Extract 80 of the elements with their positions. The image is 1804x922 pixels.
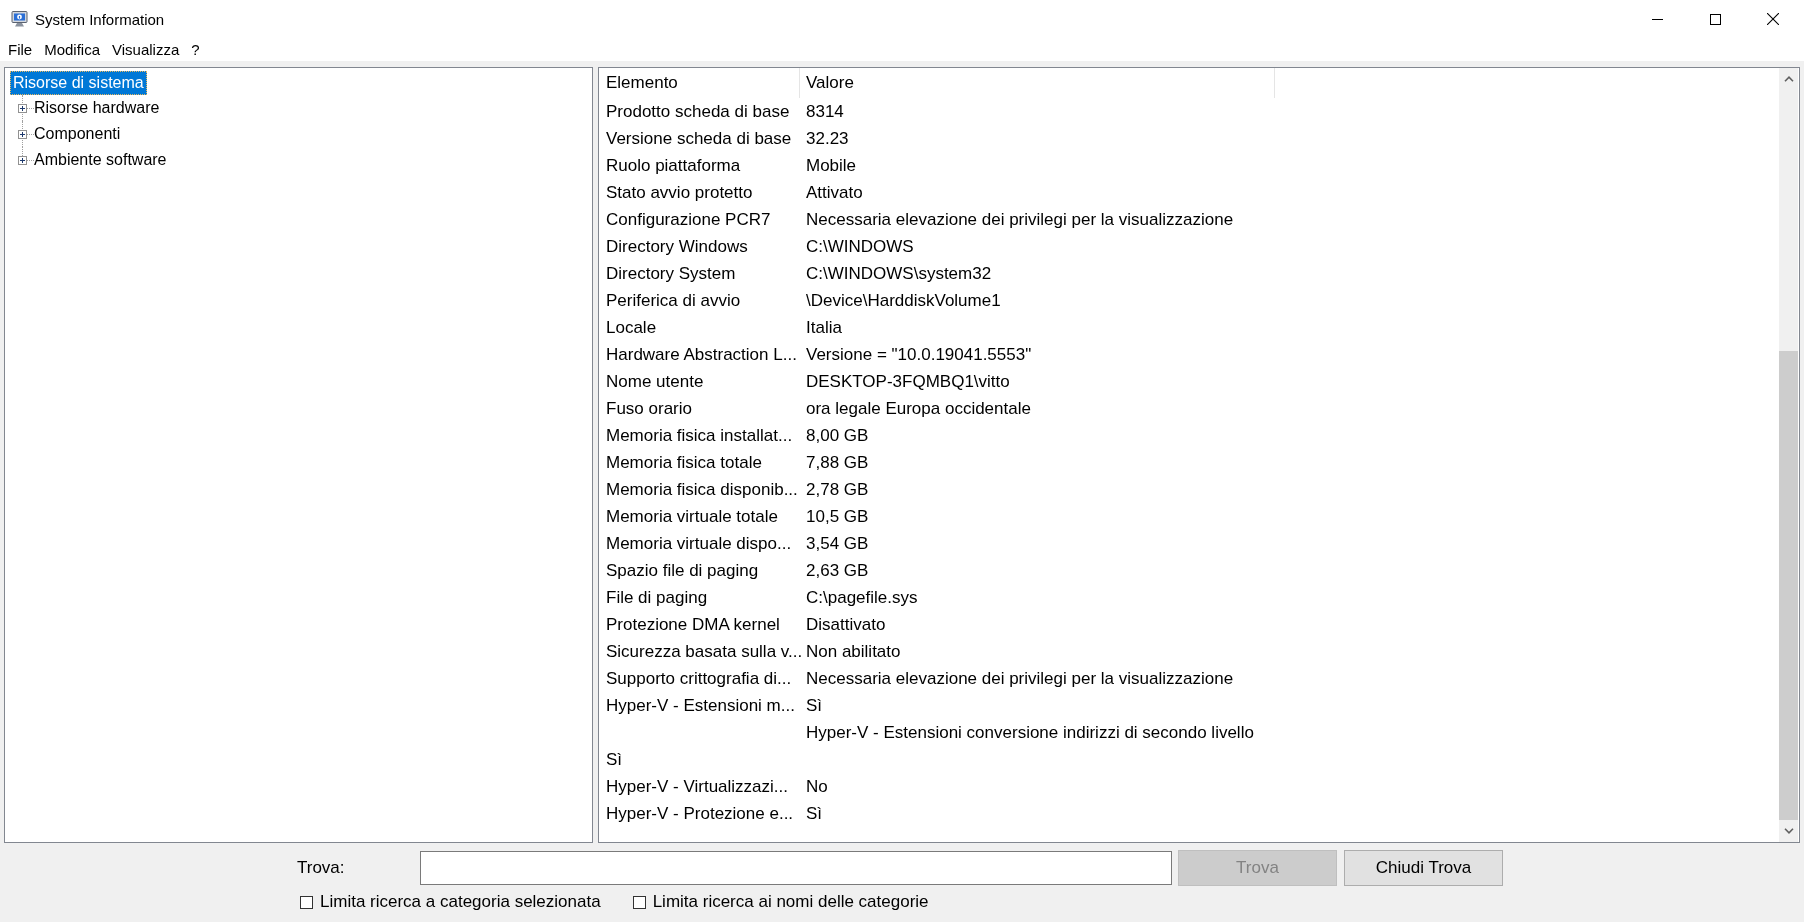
table-cell-text: 8314 bbox=[805, 101, 845, 123]
table-cell-text: Nome utente bbox=[605, 371, 705, 393]
table-cell-text: C:\pagefile.sys bbox=[805, 587, 919, 609]
table-cell-text: Configurazione PCR7 bbox=[605, 209, 772, 231]
table-cell-text: Mobile bbox=[805, 155, 858, 177]
table-cell-text: Fuso orario bbox=[605, 398, 693, 420]
table-cell-text: Directory Windows bbox=[605, 236, 749, 258]
table-cell-text: Memoria virtuale dispo... bbox=[605, 533, 793, 555]
table-cell-text: Attivato bbox=[805, 182, 864, 204]
table-cell-text: C:\WINDOWS bbox=[805, 236, 915, 258]
column-header[interactable]: Elemento bbox=[599, 68, 800, 98]
table-cell-text: Sicurezza basata sulla v... bbox=[605, 641, 800, 663]
find-label: Trova: bbox=[297, 858, 346, 878]
table-cell-text: C:\WINDOWS\system32 bbox=[805, 263, 993, 285]
close-find-button[interactable]: Chiudi Trova bbox=[1344, 850, 1503, 886]
table-cell-text: Memoria fisica installat... bbox=[605, 425, 794, 447]
table-cell-text: 7,88 GB bbox=[805, 452, 870, 474]
table-cell-text: Sì bbox=[605, 749, 624, 771]
table-cell-text: \Device\HarddiskVolume1 bbox=[805, 290, 1002, 312]
expand-icon[interactable] bbox=[18, 103, 27, 113]
table-cell-text: Stato avvio protetto bbox=[605, 182, 754, 204]
table-cell-text: Hyper-V - Estensioni conversione indirizzi di secondo livello bbox=[805, 722, 1255, 744]
table-cell-text: File di paging bbox=[605, 587, 709, 609]
table-cell-text: Hyper-V - Virtualizzazi... bbox=[605, 776, 789, 798]
table-cell-text: Hyper-V - Protezione e... bbox=[605, 803, 795, 825]
table-cell-text: Prodotto scheda di base bbox=[605, 101, 791, 123]
table-cell-text: Ruolo piattaforma bbox=[605, 155, 742, 177]
minimize-icon bbox=[1651, 18, 1663, 20]
checkbox[interactable] bbox=[632, 895, 646, 909]
table-cell-text: Sì bbox=[805, 695, 824, 717]
monitor-icon bbox=[11, 10, 29, 28]
chevron-up-icon[interactable] bbox=[1783, 76, 1794, 82]
search-field[interactable] bbox=[420, 851, 1172, 885]
expand-icon[interactable] bbox=[18, 155, 27, 165]
table-cell-text: Periferica di avvio bbox=[605, 290, 742, 312]
checkbox[interactable] bbox=[300, 895, 313, 909]
scrollbar-thumb[interactable] bbox=[1779, 351, 1798, 820]
table-cell-text: Locale bbox=[605, 317, 658, 339]
column-header[interactable]: Valore bbox=[800, 68, 1275, 98]
close-icon bbox=[1767, 13, 1779, 25]
table-cell-text: 3,54 GB bbox=[805, 533, 870, 555]
table-cell-text: DESKTOP-3FQMBQ1\vitto bbox=[805, 371, 1011, 393]
table-cell-text: Protezione DMA kernel bbox=[605, 614, 781, 636]
tree-item[interactable]: Ambiente software bbox=[31, 148, 170, 172]
table-cell-text: Versione = "10.0.19041.5553" bbox=[805, 344, 1033, 366]
chevron-down-icon[interactable] bbox=[1783, 828, 1794, 834]
menu-item[interactable]: Visualizza bbox=[106, 39, 186, 60]
table-cell-text: Memoria fisica totale bbox=[605, 452, 763, 474]
table-cell-text: Supporto crittografia di... bbox=[605, 668, 793, 690]
table-cell-text: Hardware Abstraction L... bbox=[605, 344, 798, 366]
table-cell-text: Hyper-V - Estensioni m... bbox=[605, 695, 796, 717]
table-cell-text: Necessaria elevazione dei privilegi per la visualizzazione bbox=[805, 668, 1235, 690]
table-cell-text: Memoria fisica disponib... bbox=[605, 479, 799, 501]
table-cell-text: 2,63 GB bbox=[805, 560, 870, 582]
table-cell-text: Directory System bbox=[605, 263, 737, 285]
table-cell-text: Memoria virtuale totale bbox=[605, 506, 779, 528]
table-cell-text: Necessaria elevazione dei privilegi per la visualizzazione bbox=[805, 209, 1235, 231]
table-cell-text: Sì bbox=[805, 803, 824, 825]
checkbox-label[interactable]: Limita ricerca ai nomi delle categorie bbox=[652, 892, 929, 912]
menu-item[interactable]: Modifica bbox=[38, 39, 107, 60]
expand-icon[interactable] bbox=[18, 129, 27, 139]
table-cell-text: Spazio file di paging bbox=[605, 560, 760, 582]
table-cell-text: Italia bbox=[805, 317, 843, 339]
table-cell-text: 32.23 bbox=[805, 128, 850, 150]
table-cell-text: 8,00 GB bbox=[805, 425, 870, 447]
tree-item[interactable]: Risorse di sistema bbox=[10, 70, 147, 95]
table-cell-text: No bbox=[805, 776, 829, 798]
table-cell-text: 2,78 GB bbox=[805, 479, 870, 501]
maximize-icon bbox=[1709, 13, 1721, 25]
menu-item[interactable]: ? bbox=[185, 39, 206, 60]
table-cell-text: Disattivato bbox=[805, 614, 887, 636]
window-title: System Information bbox=[35, 10, 165, 28]
tree-item[interactable]: Componenti bbox=[31, 122, 124, 146]
table-cell-text: Versione scheda di base bbox=[605, 128, 793, 150]
table-cell-text: 10,5 GB bbox=[805, 506, 870, 528]
checkbox-label[interactable]: Limita ricerca a categoria selezionata bbox=[320, 892, 601, 912]
table-cell-text: ora legale Europa occidentale bbox=[805, 398, 1032, 420]
tree-item[interactable]: Risorse hardware bbox=[31, 96, 163, 120]
table-cell-text: Non abilitato bbox=[805, 641, 902, 663]
menu-item[interactable]: File bbox=[2, 39, 39, 60]
